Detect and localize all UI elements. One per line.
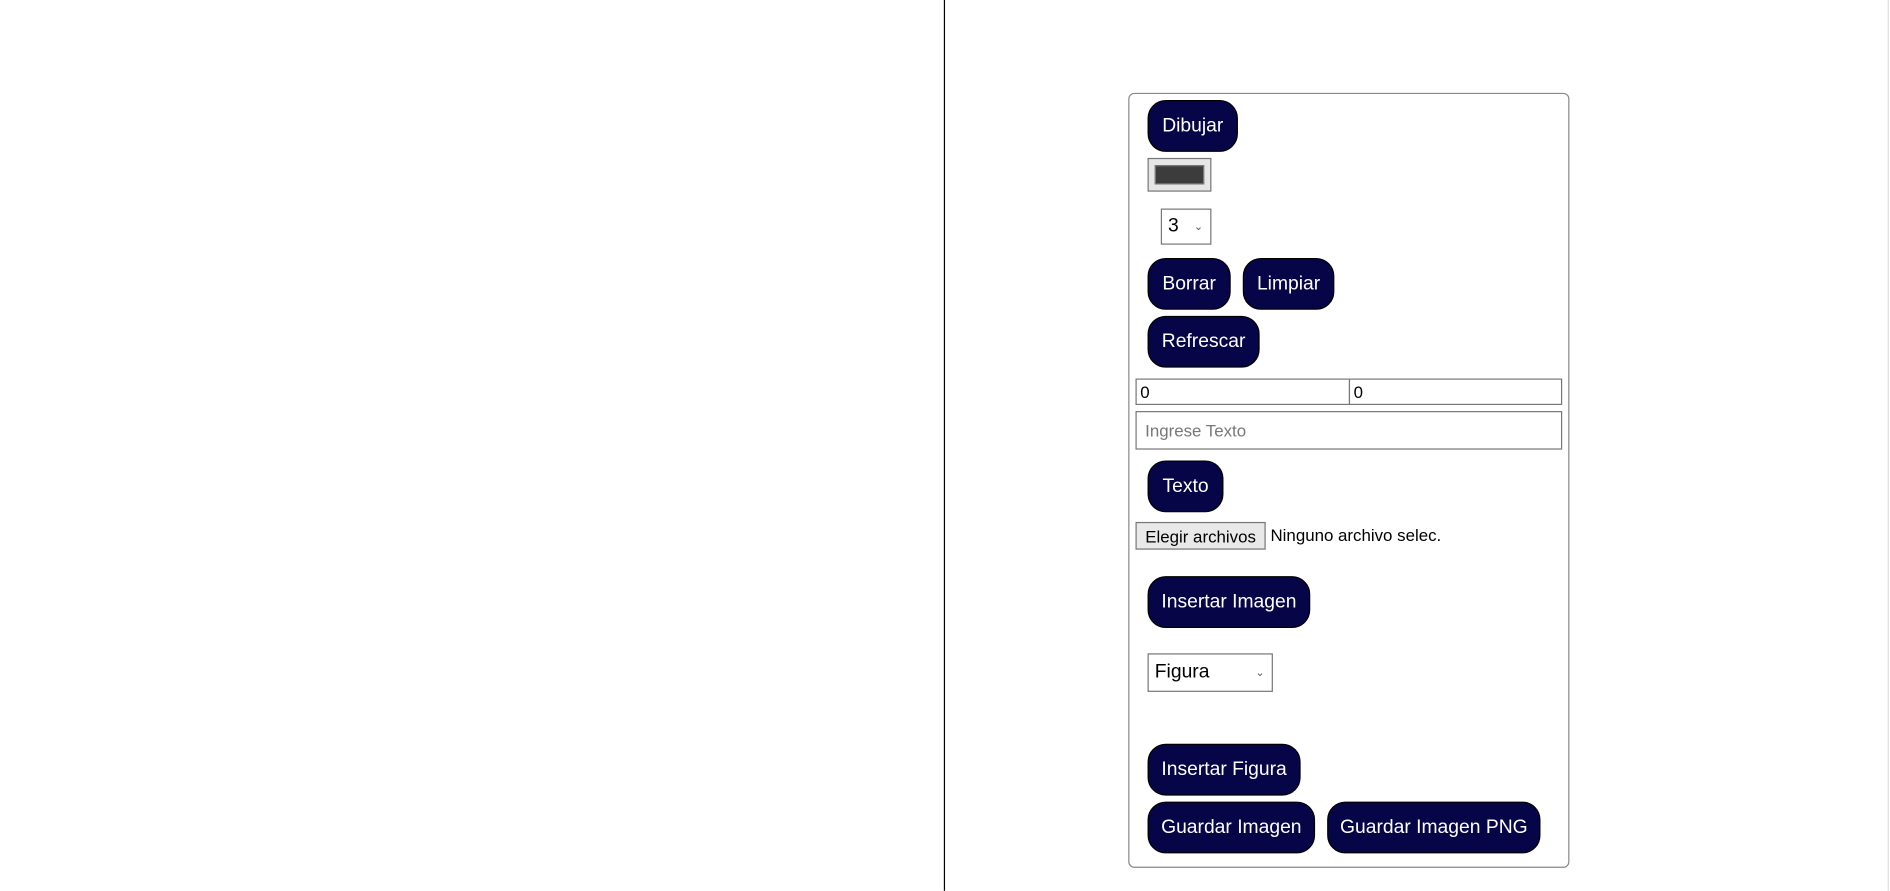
color-swatch: [1154, 165, 1205, 185]
file-status: Ninguno archivo selec.: [1270, 525, 1442, 545]
insert-shape-button[interactable]: Insertar Figura: [1147, 743, 1301, 796]
chevron-down-icon: ⌄: [1255, 665, 1265, 679]
x-coordinate-input[interactable]: 0: [1135, 378, 1351, 406]
save-image-button[interactable]: Guardar Imagen: [1147, 801, 1316, 854]
shape-select-value: Figura: [1154, 661, 1210, 683]
line-width-select[interactable]: 3 ⌄: [1160, 208, 1212, 245]
line-width-value: 3: [1168, 215, 1179, 237]
text-button[interactable]: Texto: [1147, 460, 1224, 513]
chevron-down-icon: ⌄: [1193, 219, 1203, 233]
file-button[interactable]: Elegir archivos: [1135, 521, 1266, 550]
text-input[interactable]: Ingrese Texto: [1135, 411, 1563, 450]
draw-button[interactable]: Dibujar: [1147, 100, 1238, 152]
clear-button[interactable]: Limpiar: [1242, 257, 1335, 310]
shape-select[interactable]: Figura ⌄: [1147, 653, 1273, 692]
refresh-button[interactable]: Refrescar: [1147, 315, 1260, 368]
canvas-divider: [943, 0, 946, 891]
insert-image-button[interactable]: Insertar Imagen: [1147, 576, 1311, 629]
save-png-button[interactable]: Guardar Imagen PNG: [1327, 801, 1541, 854]
right-border: [1887, 0, 1889, 891]
color-picker[interactable]: [1147, 157, 1212, 192]
y-coordinate-input[interactable]: 0: [1348, 378, 1563, 406]
text-input-placeholder: Ingrese Texto: [1145, 420, 1247, 440]
erase-button[interactable]: Borrar: [1147, 257, 1231, 310]
